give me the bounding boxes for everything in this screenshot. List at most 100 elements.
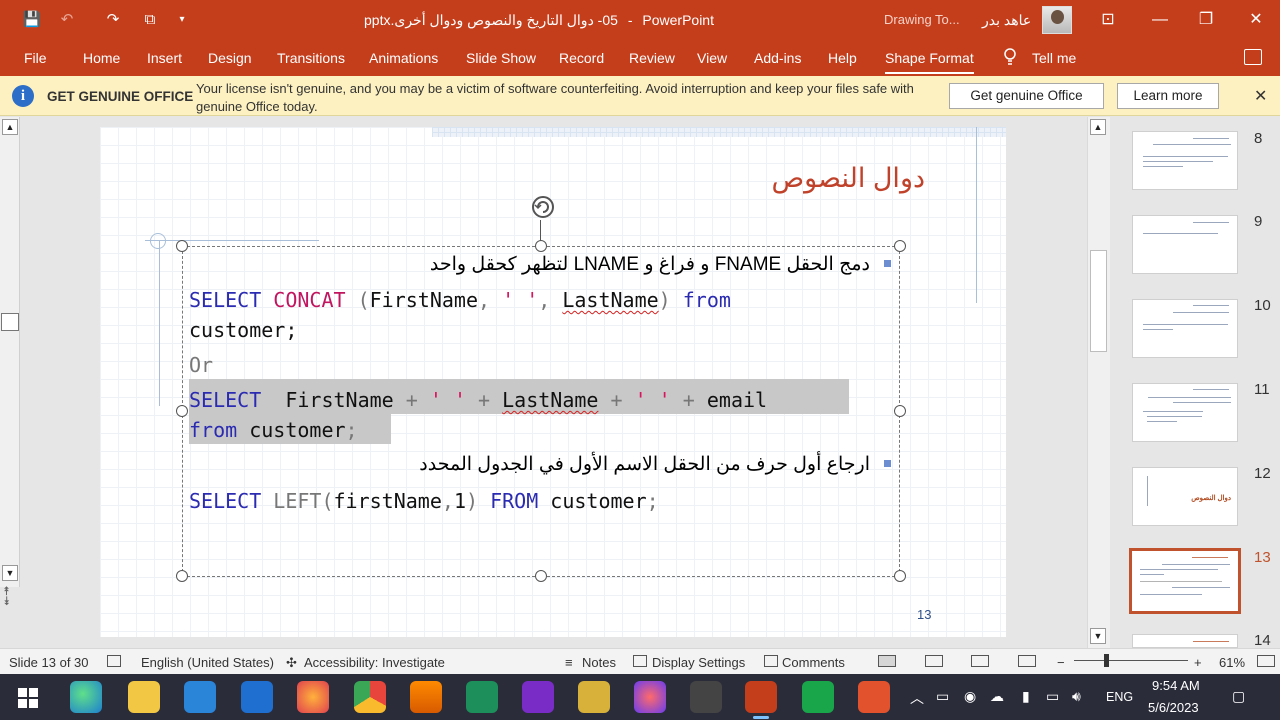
comments-icon[interactable] (1244, 49, 1262, 65)
network-icon[interactable]: ▭ (1046, 688, 1059, 705)
resize-handle-se[interactable] (894, 570, 906, 582)
usb-icon[interactable]: ▮ (1022, 688, 1030, 705)
display-settings-button[interactable]: Display Settings (652, 655, 745, 670)
slide-thumbnail-11[interactable] (1132, 383, 1238, 442)
scroll-up-icon[interactable]: ▲ (1090, 119, 1106, 135)
slide-counter[interactable]: Slide 13 of 30 (9, 655, 89, 670)
resize-handle-e[interactable] (894, 405, 906, 417)
minimize-button[interactable]: — (1140, 6, 1180, 34)
edge-icon[interactable] (70, 681, 102, 713)
undo-icon[interactable]: ↶ (54, 8, 80, 32)
redo-icon[interactable]: ↷ (100, 8, 126, 32)
comments-status-icon[interactable] (764, 655, 778, 667)
tab-add-ins[interactable]: Add-ins (754, 50, 801, 66)
tell-me-search[interactable]: Tell me (1032, 50, 1076, 66)
slide-title[interactable]: دوال النصوص (720, 163, 925, 194)
tab-home[interactable]: Home (83, 50, 120, 66)
power-icon[interactable]: ▭ (936, 688, 949, 705)
tab-view[interactable]: View (697, 50, 727, 66)
zoom-slider-thumb[interactable] (1104, 654, 1109, 667)
scrollbar-thumb[interactable] (1090, 250, 1107, 352)
editor-scrollbar[interactable]: ▲ ▼ (1087, 117, 1110, 648)
cloud-icon[interactable]: ☁ (990, 688, 1004, 705)
input-language[interactable]: ENG (1106, 690, 1133, 704)
vlc-icon[interactable] (410, 681, 442, 713)
camtasia-icon[interactable] (858, 681, 890, 713)
scroll-down-icon[interactable]: ▼ (1090, 628, 1106, 644)
tab-review[interactable]: Review (629, 50, 675, 66)
lightbulb-icon[interactable] (1003, 48, 1017, 66)
code-line-left[interactable]: SELECT LEFT(firstName,1) FROM customer; (189, 486, 659, 516)
chrome-icon[interactable] (354, 681, 386, 713)
browser-icon[interactable] (634, 681, 666, 713)
accessibility-status[interactable]: Accessibility: Investigate (304, 655, 445, 670)
clock-date[interactable]: 5/6/2023 (1148, 700, 1199, 715)
slide-thumbnail-8[interactable] (1132, 131, 1238, 190)
tab-record[interactable]: Record (559, 50, 604, 66)
tab-shape-format[interactable]: Shape Format (885, 50, 974, 74)
meet-icon[interactable]: ◉ (964, 688, 976, 705)
display-settings-icon[interactable] (633, 655, 647, 667)
code-line-plus[interactable]: SELECT FirstName + ' ' + LastName + ' ' … (189, 385, 767, 415)
tab-insert[interactable]: Insert (147, 50, 182, 66)
mail-icon[interactable] (241, 681, 273, 713)
indent-marker[interactable] (1, 313, 19, 331)
clock-time[interactable]: 9:54 AM (1152, 678, 1200, 693)
notes-button[interactable]: Notes (582, 655, 616, 670)
tab-help[interactable]: Help (828, 50, 857, 66)
tab-file[interactable]: File (24, 50, 47, 66)
spelling-icon[interactable] (107, 655, 121, 667)
close-button[interactable]: ✕ (1236, 6, 1276, 34)
bullet-text-left[interactable]: ارجاع أول حرف من الحقل الاسم الأول في ال… (360, 453, 870, 476)
powerpoint-icon[interactable] (745, 681, 777, 719)
learn-more-button[interactable]: Learn more (1117, 83, 1219, 109)
restore-button[interactable]: ❐ (1186, 6, 1226, 34)
zoom-out-button[interactable]: − (1057, 655, 1065, 670)
hex-editor-icon[interactable] (522, 681, 554, 713)
zoom-level[interactable]: 61% (1219, 655, 1245, 670)
code-line-concat[interactable]: SELECT CONCAT (FirstName, ' ', LastName)… (189, 285, 731, 315)
code-line-from[interactable]: from customer; (189, 415, 358, 445)
notifications-icon[interactable]: ▢ (1232, 688, 1245, 705)
resize-handle-sw[interactable] (176, 570, 188, 582)
bullet-text-concat[interactable]: دمج الحقل FNAME و فراغ و LNAME لتظهر كحق… (360, 253, 870, 276)
slideshow-view-icon[interactable] (1018, 655, 1036, 667)
slide-thumbnail-13[interactable] (1129, 548, 1241, 614)
resize-handle-s[interactable] (535, 570, 547, 582)
language-status[interactable]: English (United States) (141, 655, 274, 670)
customize-toolbar-icon[interactable]: ▾ (169, 8, 195, 32)
save-icon[interactable]: 💾 (19, 8, 45, 32)
resize-handle-w[interactable] (176, 405, 188, 417)
close-license-bar-icon[interactable]: ✕ (1254, 86, 1267, 106)
unity-icon[interactable] (690, 681, 722, 713)
file-explorer-icon[interactable] (128, 681, 160, 713)
app-green-icon[interactable] (466, 681, 498, 713)
scroll-up-icon[interactable]: ▲ (2, 119, 18, 135)
code-line-table[interactable]: customer; (189, 315, 297, 345)
tab-design[interactable]: Design (208, 50, 252, 66)
normal-view-icon[interactable] (878, 655, 896, 667)
tools-icon[interactable] (578, 681, 610, 713)
resize-handle-n[interactable] (535, 240, 547, 252)
prev-next-slide-icon[interactable]: ⯭ ⯯ (3, 585, 10, 607)
slide-sorter-icon[interactable] (925, 655, 943, 667)
slide-thumbnail-14[interactable] (1132, 634, 1238, 648)
comments-button[interactable]: Comments (782, 655, 845, 670)
avatar[interactable] (1042, 6, 1072, 34)
get-genuine-office-button[interactable]: Get genuine Office (949, 83, 1104, 109)
camtasia-green-icon[interactable] (802, 681, 834, 713)
ribbon-display-icon[interactable]: ⊡ (1088, 6, 1128, 34)
present-icon[interactable]: ⧉ (137, 8, 163, 32)
resize-handle-nw[interactable] (176, 240, 188, 252)
scroll-down-icon[interactable]: ▼ (2, 565, 18, 581)
accessibility-icon[interactable]: ✣ (286, 655, 297, 671)
zoom-slider-track[interactable] (1074, 660, 1188, 661)
tab-animations[interactable]: Animations (369, 50, 438, 66)
user-name[interactable]: عاهد بدر (982, 12, 1031, 29)
windows-start-icon[interactable] (18, 688, 38, 708)
reading-view-icon[interactable] (971, 655, 989, 667)
fit-slide-icon[interactable] (1257, 655, 1275, 667)
or-label[interactable]: Or (189, 350, 213, 380)
store-icon[interactable] (184, 681, 216, 713)
slide-thumbnail-10[interactable] (1132, 299, 1238, 358)
